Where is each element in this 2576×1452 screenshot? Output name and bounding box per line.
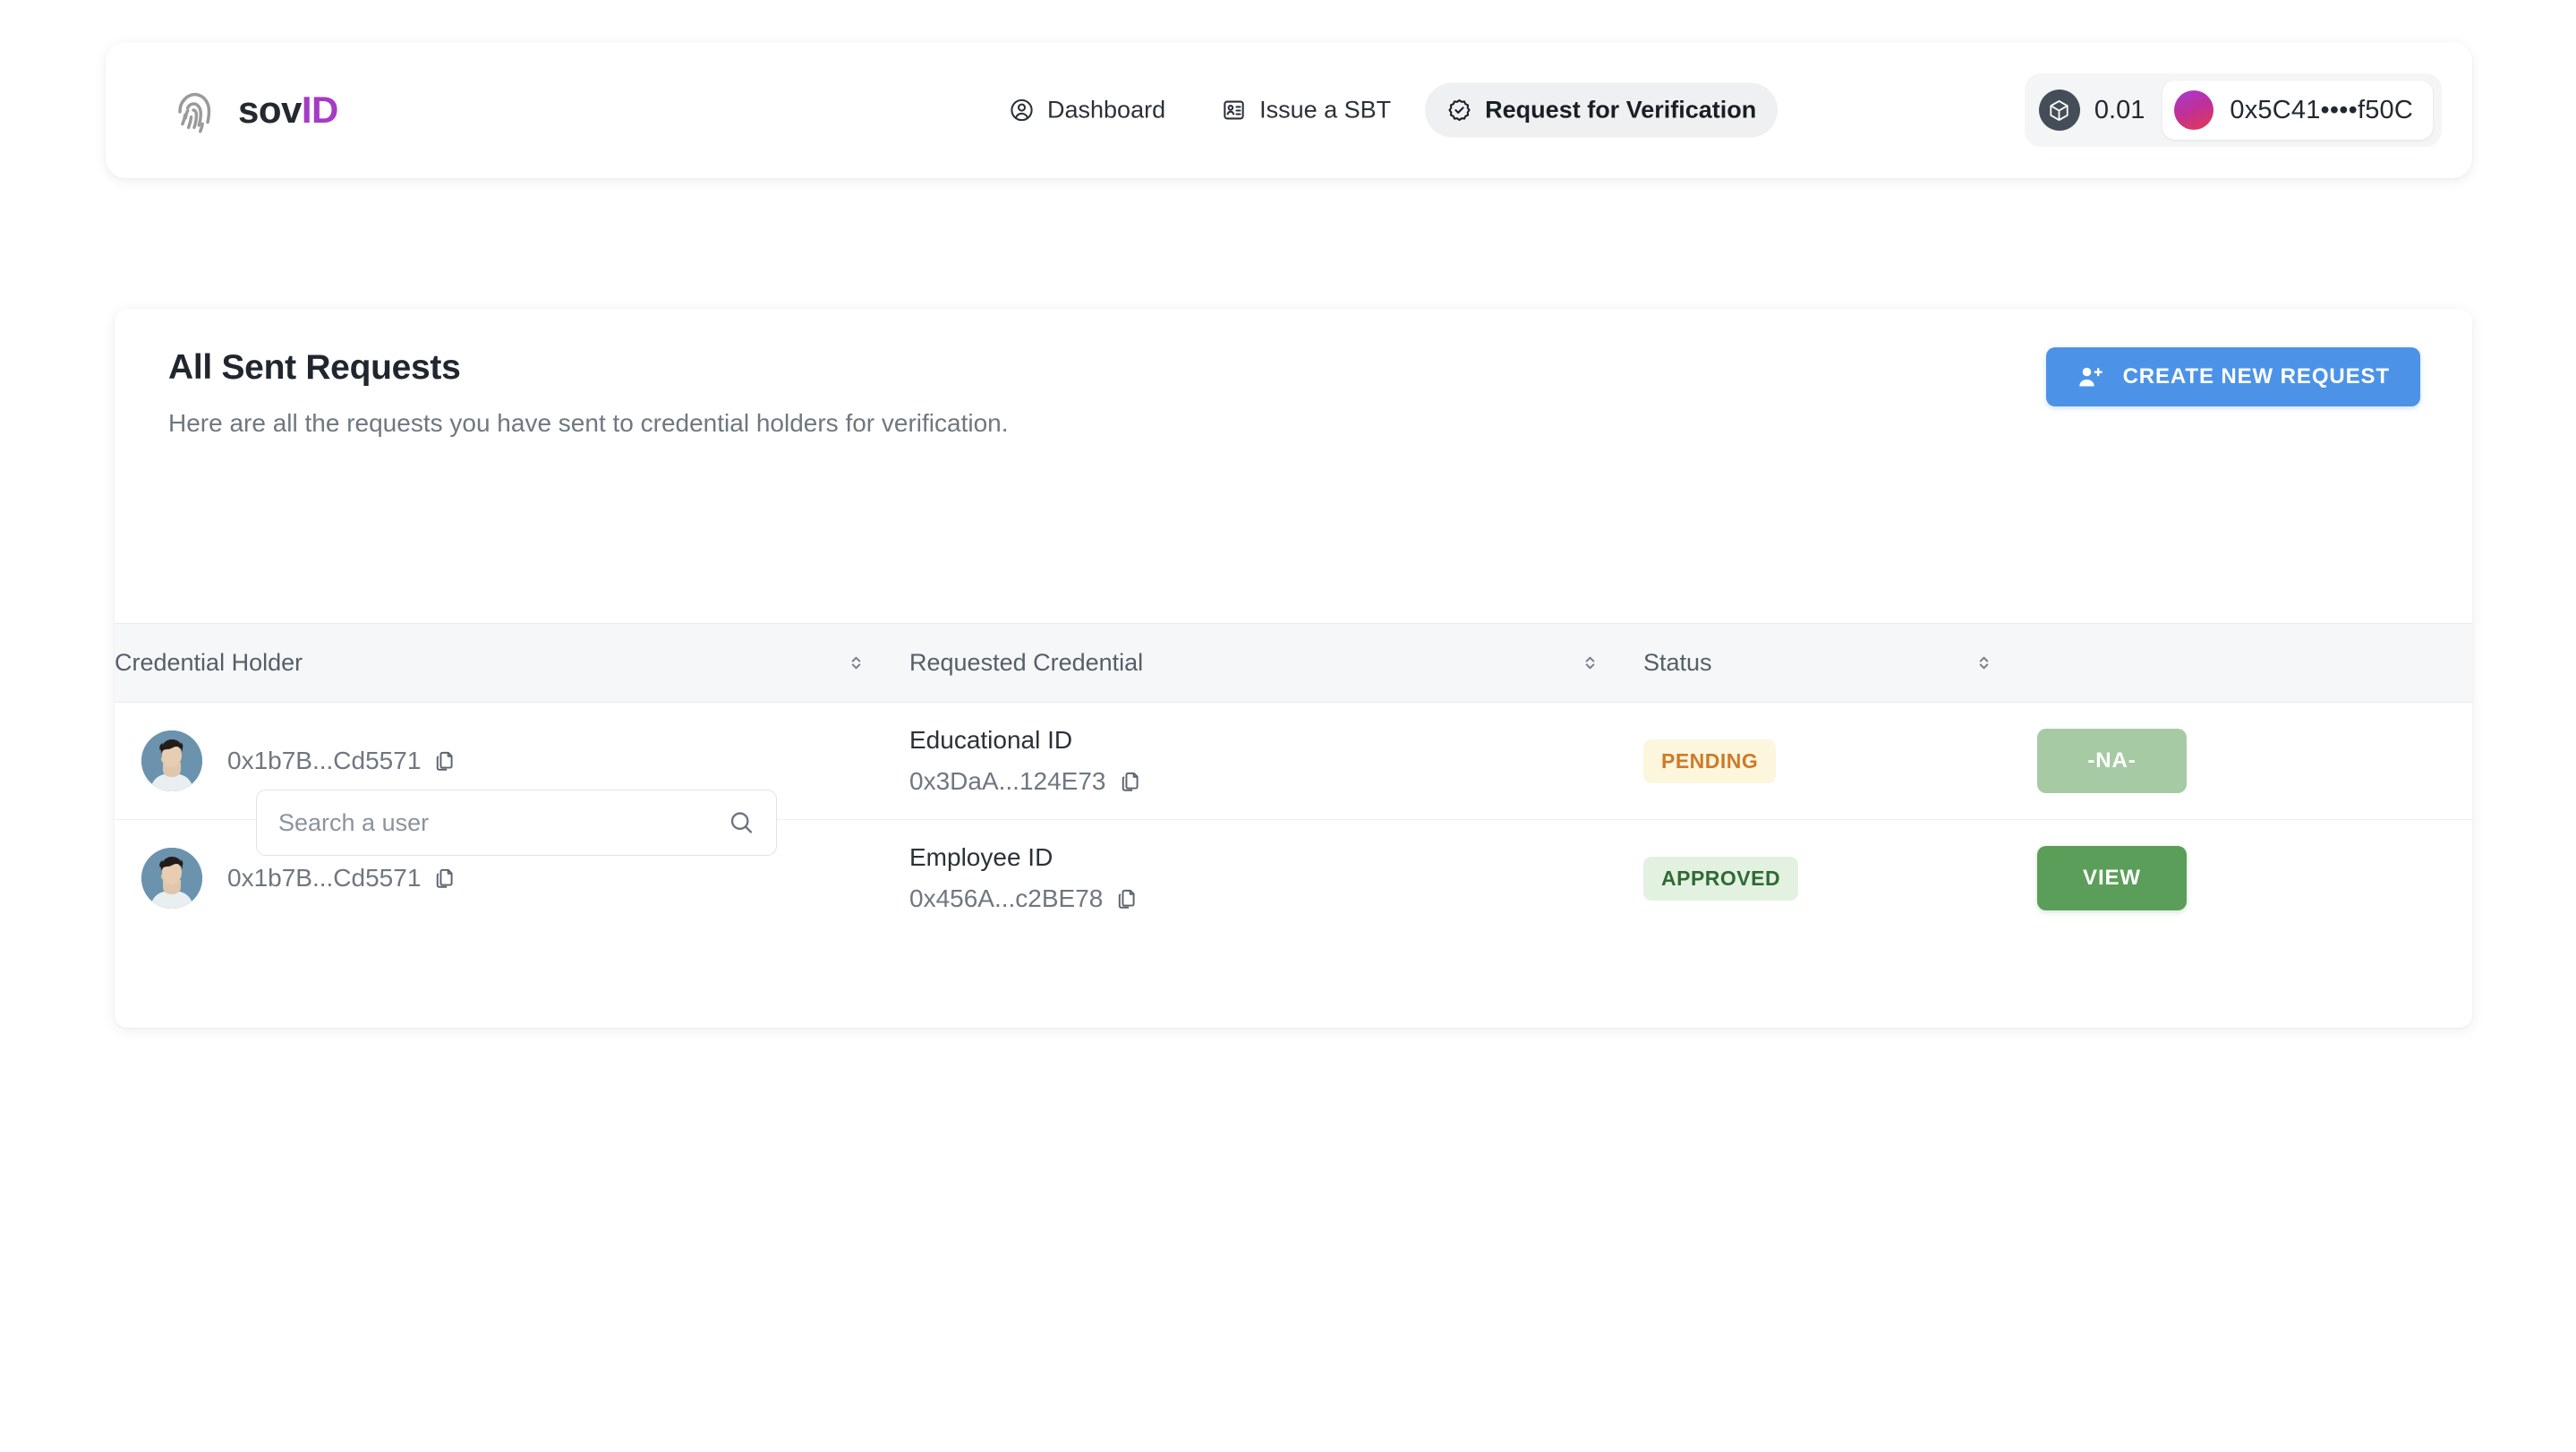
credential-address: 0x3DaA...124E73: [909, 767, 1643, 796]
row-action-button[interactable]: VIEW: [2037, 846, 2187, 910]
column-label: Status: [1643, 649, 1712, 676]
brand-name-primary: sov: [238, 89, 302, 131]
wallet-address-button[interactable]: 0x5C41••••f50C: [2162, 81, 2433, 140]
avatar: [141, 848, 202, 909]
column-header-action: [2037, 623, 2472, 703]
page-subtitle: Here are all the requests you have sent …: [168, 409, 1009, 437]
cube-icon: [2050, 99, 2069, 121]
sort-chevrons-icon[interactable]: [1974, 653, 1994, 673]
nav-item-issue-sbt[interactable]: Issue a SBT: [1199, 83, 1412, 138]
avatar: [141, 730, 202, 791]
cell-requested-credential: Educational ID 0x3DaA...124E73: [909, 702, 1643, 820]
credential-address-text: 0x456A...c2BE78: [909, 884, 1104, 912]
wallet-widget: 0.01 0x5C41••••f50C: [2024, 73, 2442, 147]
search-field: [256, 790, 777, 856]
cell-action: VIEW: [2037, 820, 2472, 937]
sent-requests-card: All Sent Requests Here are all the reque…: [115, 309, 2472, 1028]
status-badge: PENDING: [1643, 739, 1777, 783]
requests-table: Credential Holder Requested Credential S…: [115, 623, 2472, 936]
brand-name-accent: ID: [301, 89, 339, 131]
nav-item-label: Issue a SBT: [1259, 96, 1392, 124]
id-card-icon: [1224, 100, 1244, 120]
table-header-row: Credential Holder Requested Credential S…: [115, 623, 2472, 703]
holder-address: 0x1b7B...Cd5571: [227, 747, 456, 775]
sort-chevrons-icon[interactable]: [846, 653, 866, 673]
create-new-request-button[interactable]: CREATE NEW REQUEST: [2045, 347, 2420, 406]
status-badge: APPROVED: [1643, 856, 1799, 901]
credential-name: Educational ID: [909, 726, 1073, 754]
wallet-avatar: [2174, 90, 2214, 130]
nav-item-label: Dashboard: [1047, 96, 1166, 124]
avatar-photo: [141, 848, 202, 909]
search-input[interactable]: [256, 790, 777, 856]
column-header-requested-credential: Requested Credential: [909, 623, 1643, 703]
column-header-credential-holder: Credential Holder: [115, 623, 909, 703]
cube-icon-badge: [2038, 90, 2080, 131]
copy-icon[interactable]: [433, 867, 456, 890]
brand-logo[interactable]: sovID: [166, 82, 338, 138]
nav-item-request-for-verification[interactable]: Request for Verification: [1425, 82, 1778, 138]
wallet-balance: 0.01: [2038, 90, 2148, 131]
app-header: sovID Dashboard Issue a SBT Request for …: [106, 42, 2472, 178]
user-circle-icon: [1011, 98, 1033, 122]
credential-name: Employee ID: [909, 843, 1053, 871]
cell-status: PENDING: [1643, 702, 2037, 820]
badge-check-icon: [1448, 98, 1471, 122]
column-label: Credential Holder: [115, 649, 303, 676]
cell-status: APPROVED: [1643, 820, 2037, 937]
copy-icon[interactable]: [1119, 770, 1142, 793]
copy-icon[interactable]: [1115, 887, 1139, 910]
user-plus-icon: [2078, 367, 2103, 387]
table-head: Credential Holder Requested Credential S…: [115, 623, 2472, 703]
sort-chevrons-icon[interactable]: [1580, 653, 1600, 673]
fingerprint-icon: [178, 92, 211, 133]
holder-address: 0x1b7B...Cd5571: [227, 864, 456, 893]
card-header: All Sent Requests Here are all the reque…: [115, 309, 2472, 623]
wallet-address-label: 0x5C41••••f50C: [2230, 95, 2413, 124]
cell-requested-credential: Employee ID 0x456A...c2BE78: [909, 820, 1643, 937]
main-navigation: Dashboard Issue a SBT Request for Verifi…: [987, 82, 1778, 138]
avatar-photo: [141, 730, 202, 791]
copy-icon[interactable]: [433, 749, 456, 773]
holder-address-text: 0x1b7B...Cd5571: [227, 747, 422, 774]
holder-address-text: 0x1b7B...Cd5571: [227, 864, 422, 892]
nav-item-dashboard[interactable]: Dashboard: [987, 83, 1187, 138]
brand-wordmark: sovID: [238, 91, 338, 129]
cell-action: -NA-: [2037, 702, 2472, 820]
credential-address-text: 0x3DaA...124E73: [909, 767, 1106, 795]
create-new-request-label: CREATE NEW REQUEST: [2122, 364, 2390, 389]
wallet-balance-amount: 0.01: [2094, 95, 2145, 124]
column-header-status: Status: [1643, 623, 2037, 703]
column-label: Requested Credential: [909, 649, 1144, 676]
row-action-button[interactable]: -NA-: [2037, 729, 2187, 793]
nav-item-label: Request for Verification: [1485, 96, 1757, 124]
credential-address: 0x456A...c2BE78: [909, 884, 1643, 913]
